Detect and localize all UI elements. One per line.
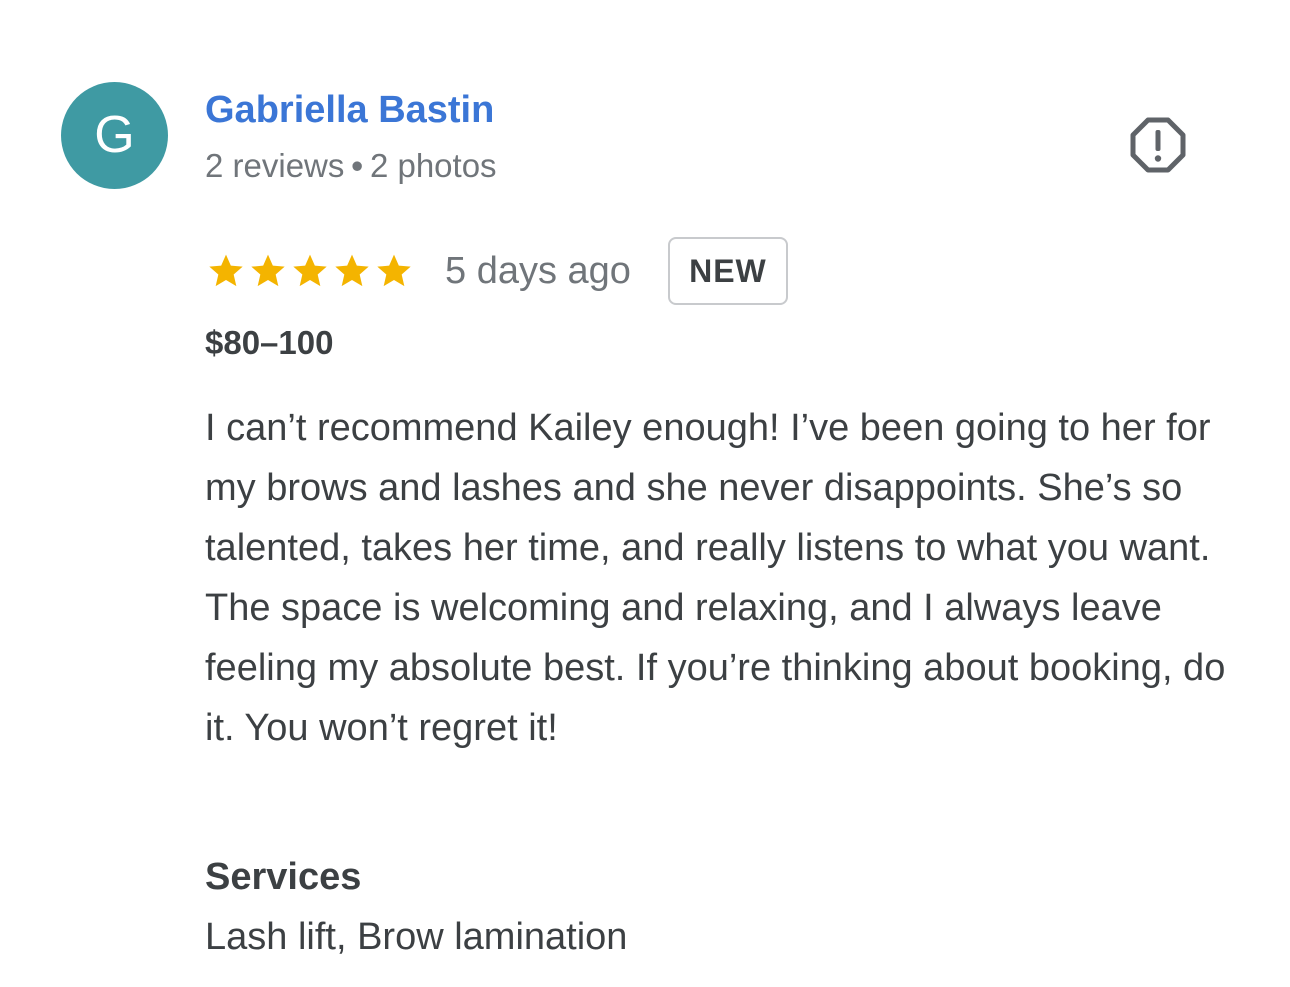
star-rating: [205, 251, 415, 291]
star-icon: [377, 254, 411, 287]
star-icon: [209, 254, 243, 287]
report-octagon-icon: [1130, 117, 1186, 173]
author-meta: 2 reviews • 2 photos: [205, 146, 497, 186]
star-icon: [293, 254, 327, 287]
services-heading: Services: [205, 856, 362, 898]
star-icon: [335, 254, 369, 287]
meta-separator: •: [351, 147, 363, 184]
price-range: $80–100: [205, 324, 334, 361]
review-date: 5 days ago: [445, 250, 631, 292]
author-name-link[interactable]: Gabriella Bastin: [205, 88, 494, 132]
rating-row: 5 days ago NEW: [205, 235, 788, 307]
photos-count: 2 photos: [369, 147, 497, 184]
star-icon: [251, 254, 285, 287]
avatar[interactable]: G: [61, 82, 168, 189]
report-review-button[interactable]: [1126, 113, 1190, 177]
reviews-count: 2 reviews: [205, 147, 345, 184]
new-badge: NEW: [667, 237, 788, 305]
review-text: I can’t recommend Kailey enough! I’ve be…: [205, 407, 1226, 749]
avatar-initial: G: [94, 106, 135, 164]
services-list: Lash lift, Brow lamination: [205, 916, 628, 958]
